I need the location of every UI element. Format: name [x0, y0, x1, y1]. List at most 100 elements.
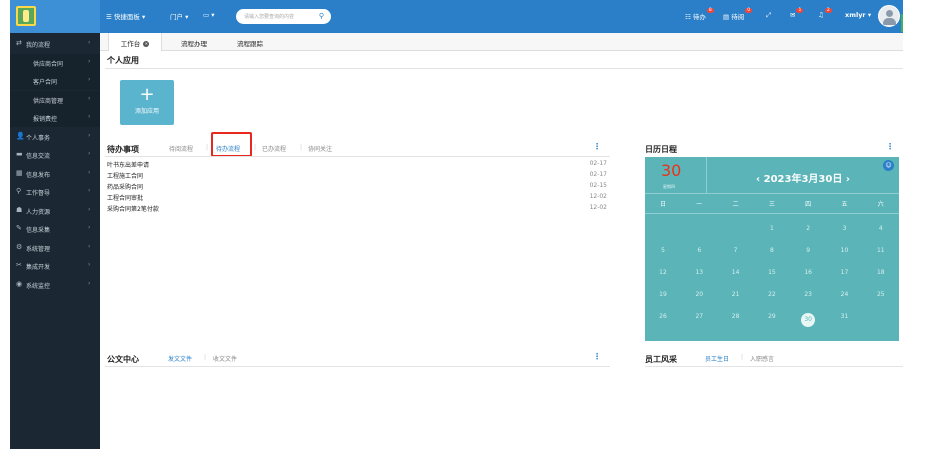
search-input[interactable]: 请输入您要查询的内容 — [244, 13, 294, 20]
read-button[interactable]: ▤ 待阅0 — [723, 8, 753, 21]
doc-icon: ▤ — [723, 13, 730, 21]
chevron-right-icon: › — [88, 242, 91, 250]
calendar-day[interactable]: 11 — [863, 247, 899, 254]
calendar-day[interactable]: 26 — [645, 313, 681, 320]
todo-date: 12-02 — [589, 204, 607, 211]
calendar-day[interactable]: 18 — [863, 269, 899, 276]
calendar-day[interactable]: 23 — [790, 291, 826, 298]
todo-date: 02-17 — [589, 160, 607, 167]
tab-workbench[interactable]: 工作台 ✕ — [108, 33, 162, 51]
tab-collab-follow[interactable]: 协同关注 — [308, 144, 332, 153]
calendar-day[interactable]: 15 — [754, 269, 790, 276]
calendar-day[interactable]: 14 — [718, 269, 754, 276]
sidebar-item[interactable]: ▦ 信息发布 › — [10, 165, 100, 183]
calendar-day[interactable]: 30 — [790, 313, 826, 327]
tab-outgoing-docs[interactable]: 发文文件 — [168, 354, 192, 363]
tab-pending-read[interactable]: 待阅流程 — [169, 144, 193, 153]
prev-month-button[interactable]: ‹ — [756, 174, 760, 185]
expand-icon: ⤢ — [766, 11, 772, 19]
sidebar-item[interactable]: 客户合同 › — [10, 72, 100, 90]
screen-menu[interactable]: ▭ ▾ — [203, 11, 215, 19]
calendar-day[interactable]: 22 — [754, 291, 790, 298]
calendar-day[interactable]: 10 — [827, 247, 863, 254]
calendar-day[interactable]: 28 — [718, 313, 754, 320]
calendar-day[interactable]: 20 — [681, 291, 717, 298]
todo-row[interactable]: 工程施工合同 02-17 — [107, 171, 607, 181]
calendar-day[interactable]: 9 — [790, 247, 826, 254]
sidebar-item[interactable]: ⚙ 系统管理 › — [10, 239, 100, 257]
calendar-day-number: 25 — [876, 291, 885, 298]
todo-row[interactable]: 药品采购合同 02-15 — [107, 182, 607, 192]
person-icon[interactable]: ☺ — [883, 160, 894, 171]
tab-incoming-docs[interactable]: 收文文件 — [213, 354, 237, 363]
sidebar-item-label: 工作督导 — [26, 190, 51, 197]
calendar-day[interactable]: 1 — [754, 225, 790, 232]
calendar-day-number: 19 — [659, 291, 667, 298]
todo-row[interactable]: 工程合同审批 12-02 — [107, 193, 607, 203]
tab-process-tracking[interactable]: 流程跟踪 — [228, 33, 272, 51]
personal-apps-title: 个人应用 — [107, 56, 139, 65]
more-icon[interactable]: ⋮ — [593, 142, 601, 151]
calendar-day[interactable]: 6 — [681, 247, 717, 254]
todo-button[interactable]: ☷ 待办8 — [685, 8, 714, 21]
calendar-day[interactable]: 8 — [754, 247, 790, 254]
sidebar-item[interactable]: ⚲ 工作督导 › — [10, 183, 100, 201]
next-month-button[interactable]: › — [846, 174, 850, 185]
expand-button[interactable]: ⤢ — [766, 11, 771, 20]
sidebar-item[interactable]: ▬ 信息交流 › — [10, 146, 100, 164]
close-icon[interactable]: ✕ — [143, 41, 150, 47]
sidebar-item[interactable]: 报销费控 › — [10, 109, 100, 127]
notification-button[interactable]: ♫2 — [818, 8, 832, 19]
sidebar-item[interactable]: ✂ 集成开发 › — [10, 257, 100, 275]
sidebar-item-icon: ⇄ — [16, 39, 22, 47]
calendar-day[interactable]: 31 — [827, 313, 863, 320]
message-button[interactable]: ✉1 — [790, 8, 804, 19]
calendar-day[interactable]: 2 — [790, 225, 826, 232]
sidebar-item[interactable]: 供应商合同 › — [10, 53, 100, 72]
calendar-day[interactable]: 12 — [645, 269, 681, 276]
calendar-day[interactable]: 13 — [681, 269, 717, 276]
weekday-label: 六 — [877, 201, 884, 208]
chevron-right-icon: › — [88, 224, 91, 231]
search-icon[interactable]: ⚲ — [319, 12, 324, 20]
calendar-day[interactable]: 4 — [863, 225, 899, 232]
todo-count-badge: 8 — [706, 8, 714, 13]
more-icon[interactable]: ⋮ — [593, 352, 601, 361]
todo-row[interactable]: 采购合同第2笔付款 12-02 — [107, 204, 607, 214]
calendar-day[interactable]: 24 — [827, 291, 863, 298]
tab-onboarding-notes[interactable]: 入职感言 — [750, 354, 774, 363]
more-icon[interactable]: ⋮ — [886, 142, 894, 151]
tab-done-process[interactable]: 已办流程 — [262, 144, 286, 153]
todo-date: 02-15 — [589, 182, 607, 189]
calendar-day[interactable]: 16 — [790, 269, 826, 276]
search-box[interactable]: 请输入您要查询的内容 ⚲ — [236, 9, 331, 24]
sidebar-item[interactable]: ⇄ 我的流程 › — [10, 35, 100, 53]
quick-nav-menu[interactable]: ☰ 快捷面板 ▾ — [106, 11, 145, 21]
portal-menu[interactable]: 门户 ▾ — [170, 11, 188, 21]
sidebar-item[interactable]: 👤 个人事务 › — [10, 128, 100, 146]
divider — [105, 68, 903, 69]
sidebar-item[interactable]: 供应商管理 › — [10, 90, 100, 109]
user-avatar[interactable] — [878, 5, 900, 27]
tab-process-handling[interactable]: 流程办理 — [172, 33, 216, 51]
logo[interactable] — [10, 0, 100, 33]
calendar-day[interactable]: 19 — [645, 291, 681, 298]
calendar-day[interactable]: 27 — [681, 313, 717, 320]
calendar-day[interactable]: 17 — [827, 269, 863, 276]
calendar-day[interactable]: 5 — [645, 247, 681, 254]
calendar-day[interactable]: 3 — [827, 225, 863, 232]
tab-staff-birthday[interactable]: 员工生日 — [705, 354, 729, 363]
user-menu[interactable]: xmlyr ▾ — [845, 11, 871, 19]
sidebar-item[interactable]: ☗ 人力资源 › — [10, 202, 100, 220]
calendar-day[interactable]: 7 — [718, 247, 754, 254]
calendar-day[interactable]: 25 — [863, 291, 899, 298]
chevron-right-icon: › — [88, 279, 91, 287]
sidebar-item[interactable]: ✎ 信息采集 › — [10, 220, 100, 238]
todo-date: 02-17 — [589, 171, 607, 178]
separator: | — [206, 144, 209, 151]
add-app-button[interactable]: + 添加应用 — [120, 80, 174, 125]
calendar-day[interactable]: 21 — [718, 291, 754, 298]
calendar-day[interactable]: 29 — [754, 313, 790, 320]
todo-row[interactable]: 叶书东出差申请 02-17 — [107, 160, 607, 170]
sidebar-item[interactable]: ◉ 系统监控 › — [10, 276, 100, 294]
